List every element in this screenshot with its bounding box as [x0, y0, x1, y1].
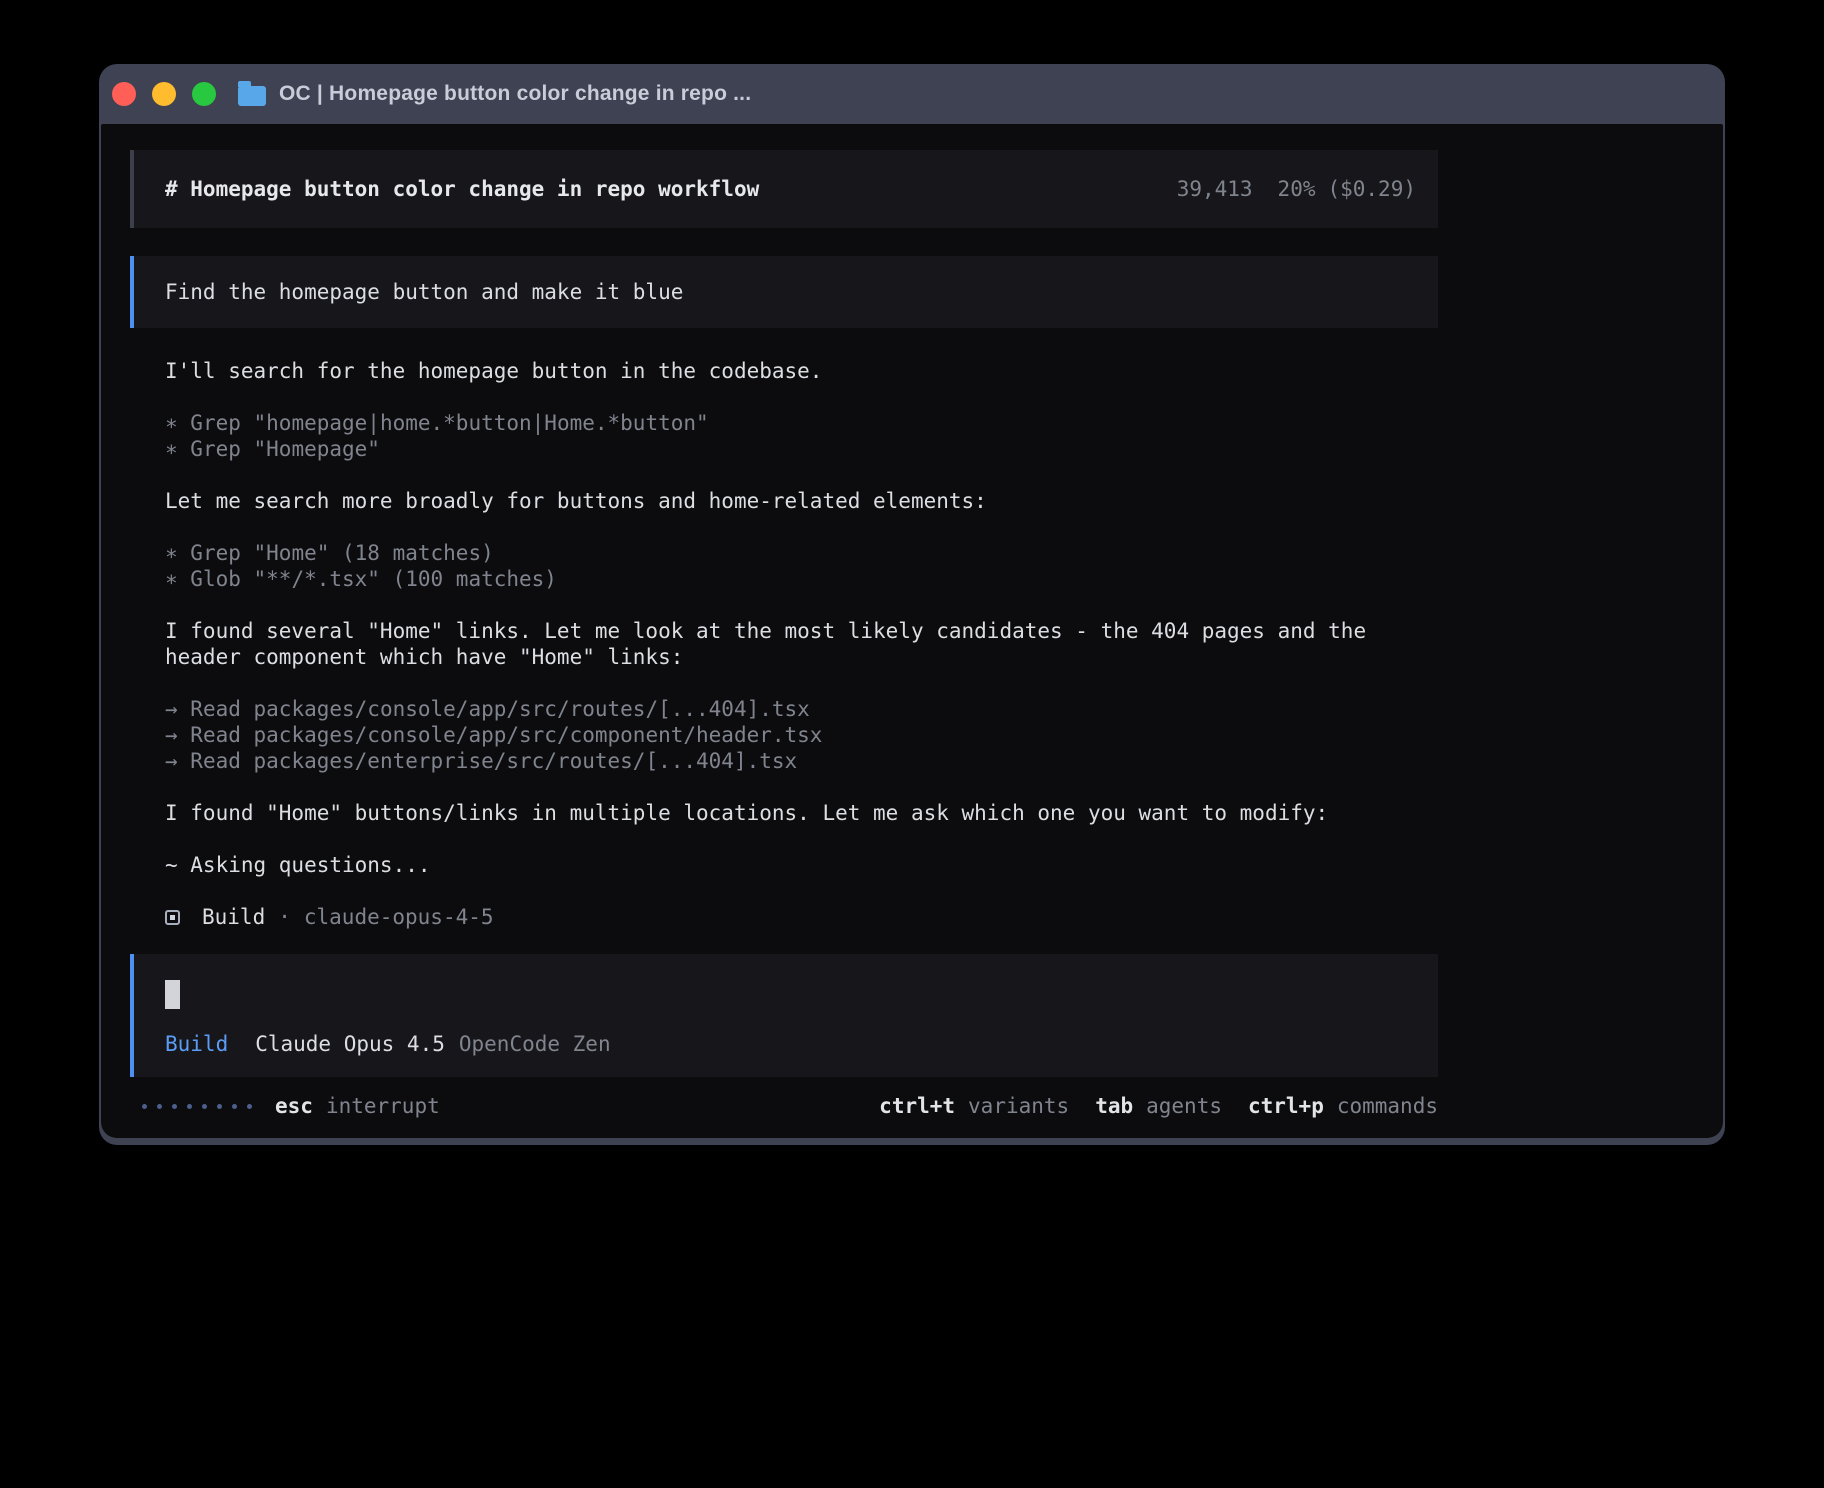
- tool-call-grep: ∗ Grep "homepage|home.*button|Home.*butt…: [130, 410, 1438, 436]
- dot: [172, 1104, 177, 1109]
- title-area: OC | Homepage button color change in rep…: [238, 82, 751, 106]
- traffic-lights: [99, 82, 216, 106]
- tool-call-glob: ∗ Glob "**/*.tsx" (100 matches): [130, 566, 1438, 592]
- input-meta-row: Build Claude Opus 4.5 OpenCode Zen: [165, 1031, 1438, 1057]
- hint-key: ctrl+p: [1248, 1093, 1324, 1119]
- terminal-window: OC | Homepage button color change in rep…: [99, 64, 1725, 1145]
- hint-label: variants: [968, 1093, 1069, 1119]
- read-arrow-icon: →: [165, 697, 190, 721]
- agent-status-row: Build · claude-opus-4-5: [130, 904, 1438, 930]
- tool-prefix-icon: ∗: [165, 437, 190, 461]
- folder-icon: [238, 86, 266, 106]
- read-arrow-icon: →: [165, 749, 190, 773]
- interrupt-label: interrupt: [326, 1093, 440, 1119]
- tool-call-text: Glob "**/*.tsx" (100 matches): [190, 567, 557, 591]
- model-label[interactable]: Claude Opus 4.5: [255, 1031, 445, 1057]
- prompt-input[interactable]: Build Claude Opus 4.5 OpenCode Zen: [130, 954, 1438, 1077]
- tool-call-text: Grep "Homepage": [190, 437, 380, 461]
- tool-call-read: → Read packages/console/app/src/routes/[…: [130, 696, 1438, 722]
- dot: [232, 1104, 237, 1109]
- agent-mode-label[interactable]: Build: [165, 1031, 228, 1057]
- tool-call-text: Read packages/console/app/src/routes/[..…: [190, 697, 810, 721]
- hint-key: ctrl+t: [879, 1093, 955, 1119]
- assistant-text: I found "Home" buttons/links in multiple…: [130, 800, 1438, 826]
- hint-agents: tab agents: [1095, 1093, 1222, 1119]
- tool-call-grep: ∗ Grep "Homepage": [130, 436, 1438, 462]
- close-button[interactable]: [112, 82, 136, 106]
- tool-call-read: → Read packages/console/app/src/componen…: [130, 722, 1438, 748]
- session-stats: 39,413 20% ($0.29): [1177, 176, 1416, 202]
- assistant-text: I'll search for the homepage button in t…: [130, 358, 1438, 384]
- hint-variants: ctrl+t variants: [879, 1093, 1069, 1119]
- token-count: 39,413: [1177, 177, 1253, 201]
- tool-call-text: Read packages/console/app/src/component/…: [190, 723, 822, 747]
- statusbar-right: ctrl+t variants tab agents ctrl+p comman…: [853, 1093, 1438, 1119]
- build-agent-icon: [165, 910, 180, 925]
- context-percent: 20%: [1278, 177, 1316, 201]
- session-header: # Homepage button color change in repo w…: [130, 150, 1438, 228]
- terminal-content: # Homepage button color change in repo w…: [101, 124, 1723, 1138]
- agent-name: Build: [202, 904, 265, 930]
- tool-call-text: Grep "Home" (18 matches): [190, 541, 493, 565]
- tool-prefix-icon: ∗: [165, 411, 190, 435]
- agent-separator: ·: [278, 904, 291, 930]
- assistant-text: I found several "Home" links. Let me loo…: [130, 618, 1438, 670]
- dot: [202, 1104, 207, 1109]
- statusbar-left: esc interrupt: [130, 1093, 440, 1119]
- minimize-button[interactable]: [152, 82, 176, 106]
- status-bar: esc interrupt ctrl+t variants tab agents…: [130, 1093, 1438, 1119]
- window-title: OC | Homepage button color change in rep…: [279, 82, 751, 106]
- agent-model: claude-opus-4-5: [304, 904, 494, 930]
- user-message: Find the homepage button and make it blu…: [130, 256, 1438, 328]
- progress-dots: [142, 1104, 252, 1109]
- tool-call-grep: ∗ Grep "Home" (18 matches): [130, 540, 1438, 566]
- hint-key: tab: [1095, 1093, 1133, 1119]
- titlebar[interactable]: OC | Homepage button color change in rep…: [99, 64, 1725, 124]
- hint-label: agents: [1146, 1093, 1222, 1119]
- tool-call-read: → Read packages/enterprise/src/routes/[.…: [130, 748, 1438, 774]
- tool-call-text: Grep "homepage|home.*button|Home.*button…: [190, 411, 708, 435]
- conversation: I'll search for the homepage button in t…: [130, 358, 1438, 930]
- dot: [142, 1104, 147, 1109]
- dot: [217, 1104, 222, 1109]
- dot: [247, 1104, 252, 1109]
- zoom-button[interactable]: [192, 82, 216, 106]
- provider-label: OpenCode Zen: [459, 1031, 611, 1057]
- hint-label: commands: [1337, 1093, 1438, 1119]
- dot: [187, 1104, 192, 1109]
- dot: [157, 1104, 162, 1109]
- tool-call-text: Read packages/enterprise/src/routes/[...…: [190, 749, 797, 773]
- status-text: ~ Asking questions...: [130, 852, 1438, 878]
- session-cost: ($0.29): [1327, 177, 1416, 201]
- tool-prefix-icon: ∗: [165, 541, 190, 565]
- tool-prefix-icon: ∗: [165, 567, 190, 591]
- assistant-text: Let me search more broadly for buttons a…: [130, 488, 1438, 514]
- read-arrow-icon: →: [165, 723, 190, 747]
- text-cursor: [165, 980, 180, 1009]
- user-message-text: Find the homepage button and make it blu…: [165, 279, 683, 305]
- interrupt-key: esc: [275, 1093, 313, 1119]
- hint-commands: ctrl+p commands: [1248, 1093, 1438, 1119]
- session-title: # Homepage button color change in repo w…: [165, 176, 759, 202]
